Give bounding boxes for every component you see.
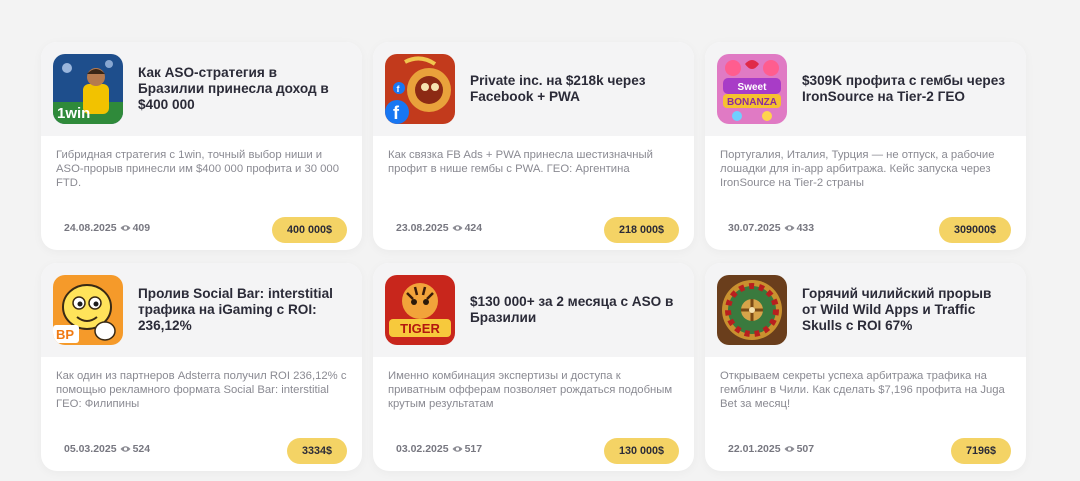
profit-badge: 218 000$	[603, 217, 679, 243]
case-title[interactable]: Как ASO-стратегия в Бразилии принесла до…	[138, 65, 350, 113]
svg-text:BP: BP	[56, 327, 74, 342]
case-meta: 24.08.2025 409	[64, 222, 150, 234]
profit-badge: 309000$	[938, 217, 1011, 243]
case-title[interactable]: Пролив Social Bar: interstitial трафика …	[138, 286, 350, 334]
eye-icon	[784, 225, 795, 231]
case-meta: 05.03.2025 524	[64, 443, 150, 455]
case-views: 424	[464, 222, 483, 234]
sweet-bonanza-icon: Sweet BONANZA	[717, 54, 787, 124]
eye-icon	[452, 225, 463, 231]
profit-badge: 400 000$	[271, 217, 347, 243]
case-title[interactable]: $130 000+ за 2 месяца с ASO в Бразилии	[470, 294, 682, 326]
case-description: Как связка FB Ads + PWA принесла шестизн…	[388, 149, 653, 175]
case-cards-grid: 1win Как ASO-стратегия в Бразилии принес…	[41, 42, 1026, 471]
case-card-header: 1win Как ASO-стратегия в Бразилии принес…	[41, 42, 362, 136]
svg-text:f: f	[393, 103, 400, 123]
case-card[interactable]: BP Пролив Social Bar: interstitial трафи…	[41, 263, 362, 471]
case-date: 22.01.2025	[728, 443, 781, 455]
case-card[interactable]: 1win Как ASO-стратегия в Бразилии принес…	[41, 42, 362, 250]
profit-badge: 3334$	[286, 438, 347, 464]
case-meta: 22.01.2025 507	[728, 443, 814, 455]
case-description: Открываем секреты успеха арбитража трафи…	[720, 370, 1005, 410]
svg-text:BONANZA: BONANZA	[727, 97, 777, 108]
svg-text:Sweet: Sweet	[738, 82, 768, 93]
eye-icon	[784, 446, 795, 452]
case-views: 433	[796, 222, 815, 234]
case-views: 524	[132, 443, 151, 455]
eye-icon	[452, 446, 463, 452]
case-title[interactable]: Private inc. на $218k через Facebook + P…	[470, 73, 682, 105]
case-card[interactable]: f f Private inc. на $218k через Facebook…	[373, 42, 694, 250]
mascot-thumbs-up-icon: BP	[53, 275, 123, 345]
case-card-header: Горячий чилийский прорыв от Wild Wild Ap…	[705, 263, 1026, 357]
case-date: 30.07.2025	[728, 222, 781, 234]
svg-text:1win: 1win	[57, 105, 90, 122]
eye-icon	[120, 225, 131, 231]
case-card[interactable]: Горячий чилийский прорыв от Wild Wild Ap…	[705, 263, 1026, 471]
fortune-tiger-icon: TIGER	[385, 275, 455, 345]
case-meta: 03.02.2025 517	[396, 443, 482, 455]
case-description: Португалия, Италия, Турция — не отпуск, …	[720, 149, 995, 189]
case-description: Гибридная стратегия с 1win, точный выбор…	[56, 149, 339, 189]
case-description: Именно комбинация экспертизы и доступа к…	[388, 370, 673, 410]
case-description: Как один из партнеров Adsterra получил R…	[56, 370, 347, 410]
1win-football-player-icon: 1win	[53, 54, 123, 124]
case-card[interactable]: TIGER $130 000+ за 2 месяца с ASO в Браз…	[373, 263, 694, 471]
svg-text:TIGER: TIGER	[400, 321, 440, 336]
case-card-header: Sweet BONANZA $309K профита с гембы чере…	[705, 42, 1026, 136]
case-views: 409	[132, 222, 151, 234]
case-card-header: TIGER $130 000+ за 2 месяца с ASO в Браз…	[373, 263, 694, 357]
facebook-gambling-icon: f f	[385, 54, 455, 124]
case-date: 03.02.2025	[396, 443, 449, 455]
case-views: 507	[796, 443, 815, 455]
case-title[interactable]: $309K профита с гембы через IronSource н…	[802, 73, 1014, 105]
case-meta: 23.08.2025 424	[396, 222, 482, 234]
case-card-header: f f Private inc. на $218k через Facebook…	[373, 42, 694, 136]
profit-badge: 130 000$	[603, 438, 679, 464]
eye-icon	[120, 446, 131, 452]
case-title[interactable]: Горячий чилийский прорыв от Wild Wild Ap…	[802, 286, 1014, 334]
case-date: 24.08.2025	[64, 222, 117, 234]
case-card[interactable]: Sweet BONANZA $309K профита с гембы чере…	[705, 42, 1026, 250]
case-card-header: BP Пролив Social Bar: interstitial трафи…	[41, 263, 362, 357]
roulette-wheel-icon	[717, 275, 787, 345]
profit-badge: 7196$	[950, 438, 1011, 464]
case-meta: 30.07.2025 433	[728, 222, 814, 234]
case-views: 517	[464, 443, 483, 455]
case-date: 23.08.2025	[396, 222, 449, 234]
case-date: 05.03.2025	[64, 443, 117, 455]
